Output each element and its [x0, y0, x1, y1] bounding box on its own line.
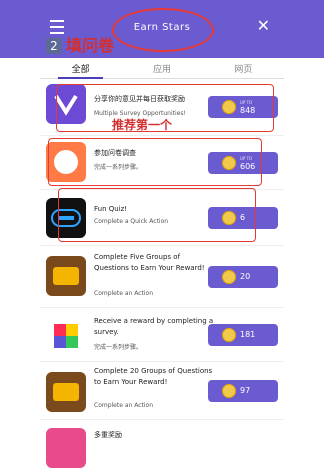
list-item[interactable]: Receive a reward by completing a survey.…	[40, 308, 284, 362]
coin-icon	[222, 270, 236, 284]
treasure-chest-thumb	[46, 256, 86, 296]
offer-title: Complete 20 Groups of Questions to Earn …	[94, 367, 213, 386]
chest-icon	[53, 267, 79, 285]
tab-web[interactable]: 网页	[203, 58, 284, 78]
offer-subtitle: 完成一系列步骤。	[94, 344, 143, 351]
tab-apps[interactable]: 应用	[121, 58, 202, 78]
offer-list: 分享你的意见并每日获取奖励 Multiple Survey Opportunit…	[40, 78, 284, 468]
reward-button[interactable]: 97	[208, 380, 278, 402]
tab-bar: 全部 应用 网页	[40, 58, 284, 79]
offer-subtitle: Complete an Action	[94, 290, 154, 297]
reward-button[interactable]: 181	[208, 324, 278, 346]
reward-value: 181	[240, 330, 256, 339]
tab-all[interactable]: 全部	[40, 58, 121, 79]
step-number-badge: 2	[46, 38, 62, 54]
annotation-box-3	[58, 188, 256, 242]
annotation-label-top: 填问卷	[66, 36, 115, 55]
chest-icon	[53, 383, 79, 401]
coin-icon	[222, 328, 236, 342]
list-item[interactable]: 多重奖励	[40, 420, 284, 468]
coin-icon	[222, 384, 236, 398]
offer-subtitle: Complete an Action	[94, 402, 154, 409]
offer-title: Complete Five Groups of Questions to Ear…	[94, 253, 205, 272]
reward-value: 97	[240, 386, 251, 395]
list-item[interactable]: Complete 20 Groups of Questions to Earn …	[40, 362, 284, 420]
treasure-chest-thumb	[46, 372, 86, 412]
annotation-ellipse	[112, 8, 214, 52]
offer-title: Receive a reward by completing a survey.	[94, 317, 214, 336]
reward-button[interactable]: 20	[208, 266, 278, 288]
annotation-label-mid: 推荐第一个	[112, 118, 173, 132]
game-app-thumb	[46, 428, 86, 468]
annotation-box-2	[48, 138, 262, 186]
list-item[interactable]: Complete Five Groups of Questions to Ear…	[40, 246, 284, 308]
cube-icon	[54, 324, 78, 348]
puzzle-app-thumb	[46, 316, 86, 356]
close-icon[interactable]: ✕	[257, 16, 270, 35]
reward-value: 20	[240, 272, 251, 281]
